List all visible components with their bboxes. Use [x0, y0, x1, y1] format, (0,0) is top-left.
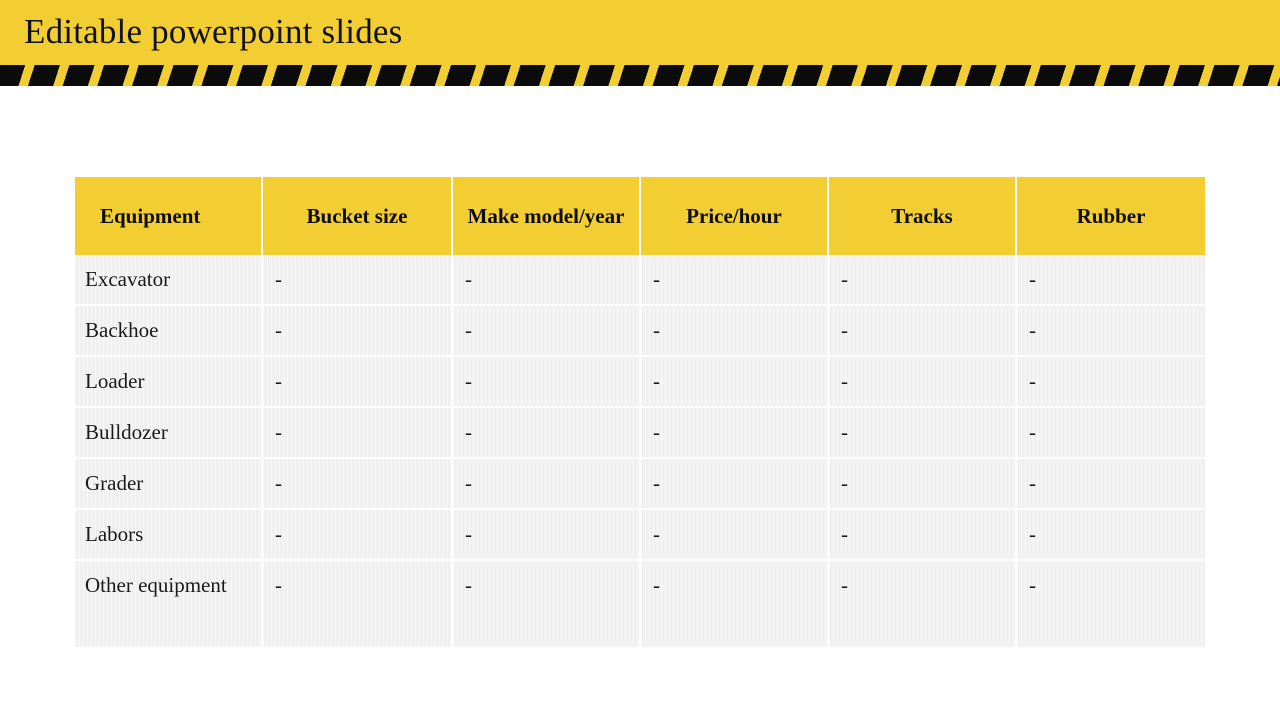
- cell-bucket-size[interactable]: -: [262, 458, 453, 510]
- equipment-table-container: Equipment Bucket size Make model/year Pr…: [75, 177, 1205, 647]
- cell-rubber[interactable]: -: [1016, 255, 1205, 306]
- table-row[interactable]: Loader - - - - -: [75, 356, 1205, 408]
- cell-rubber[interactable]: -: [1016, 356, 1205, 408]
- equipment-table: Equipment Bucket size Make model/year Pr…: [75, 177, 1205, 647]
- column-header-equipment: Equipment: [75, 177, 263, 255]
- cell-price-hour[interactable]: -: [640, 305, 829, 357]
- cell-tracks[interactable]: -: [828, 305, 1017, 357]
- table-row[interactable]: Other equipment - - - - -: [75, 560, 1205, 647]
- cell-bucket-size[interactable]: -: [262, 560, 453, 647]
- cell-bucket-size[interactable]: -: [262, 407, 453, 459]
- cell-make-model-year[interactable]: -: [452, 407, 641, 459]
- cell-make-model-year[interactable]: -: [452, 255, 641, 306]
- page-title: Editable powerpoint slides: [24, 12, 403, 51]
- cell-equipment[interactable]: Other equipment: [75, 560, 263, 647]
- column-header-bucket-size: Bucket size: [262, 177, 453, 255]
- table-row[interactable]: Backhoe - - - - -: [75, 305, 1205, 357]
- column-header-price-hour: Price/hour: [640, 177, 829, 255]
- cell-tracks[interactable]: -: [828, 509, 1017, 561]
- cell-rubber[interactable]: -: [1016, 407, 1205, 459]
- cell-rubber[interactable]: -: [1016, 560, 1205, 647]
- cell-tracks[interactable]: -: [828, 458, 1017, 510]
- table-row[interactable]: Bulldozer - - - - -: [75, 407, 1205, 459]
- cell-equipment[interactable]: Bulldozer: [75, 407, 263, 459]
- hazard-stripe-divider: [0, 65, 1280, 86]
- cell-bucket-size[interactable]: -: [262, 305, 453, 357]
- table-body: Excavator - - - - - Backhoe - - - - - Lo…: [75, 255, 1205, 647]
- cell-make-model-year[interactable]: -: [452, 458, 641, 510]
- column-header-make-model-year: Make model/year: [452, 177, 641, 255]
- cell-equipment[interactable]: Grader: [75, 458, 263, 510]
- cell-price-hour[interactable]: -: [640, 255, 829, 306]
- cell-tracks[interactable]: -: [828, 356, 1017, 408]
- cell-tracks[interactable]: -: [828, 255, 1017, 306]
- cell-make-model-year[interactable]: -: [452, 509, 641, 561]
- cell-make-model-year[interactable]: -: [452, 560, 641, 647]
- cell-equipment[interactable]: Backhoe: [75, 305, 263, 357]
- cell-rubber[interactable]: -: [1016, 509, 1205, 561]
- column-header-rubber: Rubber: [1016, 177, 1205, 255]
- table-row[interactable]: Labors - - - - -: [75, 509, 1205, 561]
- cell-bucket-size[interactable]: -: [262, 255, 453, 306]
- cell-price-hour[interactable]: -: [640, 458, 829, 510]
- cell-price-hour[interactable]: -: [640, 509, 829, 561]
- table-row[interactable]: Excavator - - - - -: [75, 255, 1205, 306]
- cell-equipment[interactable]: Loader: [75, 356, 263, 408]
- cell-rubber[interactable]: -: [1016, 458, 1205, 510]
- cell-bucket-size[interactable]: -: [262, 509, 453, 561]
- table-header-row: Equipment Bucket size Make model/year Pr…: [75, 177, 1205, 255]
- slide-header-banner: Editable powerpoint slides: [0, 0, 1280, 65]
- cell-equipment[interactable]: Excavator: [75, 255, 263, 306]
- table-row[interactable]: Grader - - - - -: [75, 458, 1205, 510]
- cell-bucket-size[interactable]: -: [262, 356, 453, 408]
- cell-price-hour[interactable]: -: [640, 356, 829, 408]
- column-header-tracks: Tracks: [828, 177, 1017, 255]
- cell-make-model-year[interactable]: -: [452, 356, 641, 408]
- cell-tracks[interactable]: -: [828, 407, 1017, 459]
- cell-rubber[interactable]: -: [1016, 305, 1205, 357]
- cell-price-hour[interactable]: -: [640, 407, 829, 459]
- table-header: Equipment Bucket size Make model/year Pr…: [75, 177, 1205, 255]
- cell-tracks[interactable]: -: [828, 560, 1017, 647]
- cell-price-hour[interactable]: -: [640, 560, 829, 647]
- cell-equipment[interactable]: Labors: [75, 509, 263, 561]
- cell-make-model-year[interactable]: -: [452, 305, 641, 357]
